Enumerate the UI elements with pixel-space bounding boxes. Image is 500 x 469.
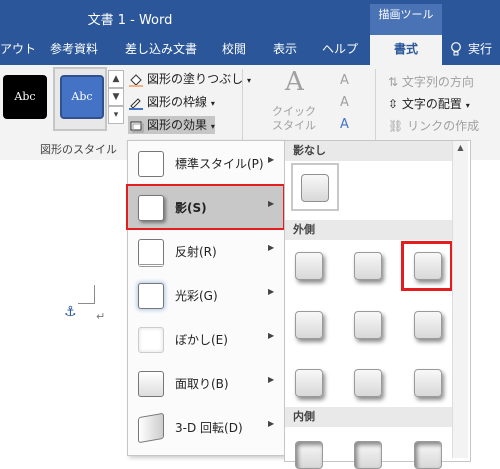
outer-shadow-tile[interactable] (414, 311, 442, 339)
tab-help[interactable]: ヘルプ (322, 35, 358, 65)
tab-layout[interactable]: アウト (0, 35, 36, 65)
shape-fill-label: 図形の塗りつぶし (147, 72, 244, 86)
3d-rotation-icon (138, 412, 164, 444)
shape-outline-label: 図形の枠線 (147, 95, 208, 109)
outer-shadow-tile[interactable] (295, 252, 323, 280)
menu-item-shadow[interactable]: 影(S) ▶ (126, 184, 285, 230)
outer-shadow-tile[interactable] (295, 311, 323, 339)
ribbon-separator (242, 69, 243, 151)
pencil-icon (129, 97, 143, 110)
submenu-arrow-icon: ▶ (268, 199, 275, 208)
menu-item-label: 影(S) (175, 201, 207, 215)
style-swatch-black[interactable]: Abc (3, 75, 47, 119)
tab-mailings[interactable]: 差し込み文書 (125, 35, 197, 65)
ribbon-separator (375, 69, 376, 151)
outer-shadow-tile[interactable] (354, 369, 382, 397)
menu-item-label: 標準スタイル(P) (175, 157, 264, 171)
ribbon-tabs: アウト 参考資料 差し込み文書 校閲 表示 ヘルプ 書式 実行 (0, 35, 500, 65)
window-title: 文書 1 - Word (87, 13, 173, 28)
text-align-command[interactable]: ⇳ 文字の配置 ▾ (388, 95, 470, 112)
submenu-arrow-icon: ▶ (268, 331, 275, 340)
shadow-icon (138, 195, 164, 221)
highlight-selection-box (401, 241, 453, 291)
menu-item-label: ぼかし(E) (175, 333, 228, 347)
create-link-label: リンクの作成 (407, 119, 480, 133)
tab-references[interactable]: 参考資料 (50, 35, 98, 65)
outer-shadow-tile[interactable] (414, 369, 442, 397)
create-link-command[interactable]: ⛓ リンクの作成 (388, 117, 479, 134)
text-fill-icon[interactable]: A (340, 73, 349, 88)
outer-shadow-tile[interactable] (295, 369, 323, 397)
paint-bucket-icon (129, 73, 143, 87)
paragraph-mark-icon: ↵ (96, 310, 106, 323)
submenu-arrow-icon: ▶ (268, 155, 275, 164)
tab-review[interactable]: 校閲 (222, 35, 246, 65)
anchor-icon: ⚓ (64, 304, 77, 320)
no-shadow-header: 影なし (285, 141, 462, 161)
submenu-arrow-icon: ▶ (268, 287, 275, 296)
outer-shadow-header: 外側 (285, 220, 462, 240)
drawing-tools-label: 描画ツール (370, 4, 442, 35)
menu-item-label: 反射(R) (175, 245, 217, 259)
shape-effects-menu: 標準スタイル(P) ▶ 影(S) ▶ 反射(R) ▶ 光彩(G) ▶ ぼかし(E… (126, 140, 286, 456)
text-direction-command[interactable]: ⇅ 文字列の方向 (388, 73, 474, 90)
reflection-icon (138, 239, 164, 267)
submenu-arrow-icon: ▶ (268, 375, 275, 384)
gallery-scrollbar[interactable]: ▲ (452, 141, 468, 458)
tab-tell-me[interactable]: 実行 (468, 35, 492, 65)
menu-item-reflection[interactable]: 反射(R) ▶ (128, 229, 285, 273)
text-direction-label: 文字列の方向 (401, 75, 474, 89)
margin-corner-mark (78, 285, 95, 304)
inner-shadow-header: 内側 (285, 407, 462, 427)
menu-item-label: 面取り(B) (175, 377, 229, 391)
text-align-icon: ⇳ (388, 97, 399, 111)
title-bar: 文書 1 - Word 描画ツール (0, 0, 500, 35)
inner-shadow-tile[interactable] (354, 441, 382, 469)
shape-effects-icon (130, 121, 144, 132)
wordart-quick-style-icon[interactable]: A (285, 67, 304, 97)
lightbulb-icon[interactable] (450, 42, 462, 56)
text-direction-icon: ⇅ (388, 75, 399, 89)
menu-item-preset[interactable]: 標準スタイル(P) ▶ (128, 141, 285, 185)
link-icon: ⛓ (388, 119, 404, 133)
submenu-arrow-icon: ▶ (268, 419, 275, 428)
menu-item-glow[interactable]: 光彩(G) ▶ (128, 273, 285, 317)
gallery-scroll-up-button[interactable]: ▲ (108, 70, 124, 88)
outer-shadow-tile[interactable] (354, 311, 382, 339)
preset-icon (138, 151, 164, 177)
gallery-more-button[interactable]: ▾ (108, 106, 124, 124)
text-align-label: 文字の配置 (401, 97, 462, 111)
soft-edges-icon (138, 327, 164, 353)
glow-icon (138, 283, 164, 309)
style-swatch-blue[interactable]: Abc (60, 75, 104, 119)
submenu-arrow-icon: ▶ (268, 243, 275, 252)
shadow-gallery: 影なし 外側 内側 (284, 140, 471, 469)
menu-item-bevel[interactable]: 面取り(B) ▶ (128, 361, 285, 405)
quick-style-label[interactable]: クイック スタイル (272, 105, 316, 133)
menu-item-3d-rotation[interactable]: 3-D 回転(D) ▶ (128, 405, 285, 449)
shape-outline-command[interactable]: 図形の枠線 ▾ (128, 93, 215, 111)
shape-effects-command[interactable]: 図形の効果 ▾ (128, 116, 215, 134)
menu-item-soft-edges[interactable]: ぼかし(E) ▶ (128, 317, 285, 361)
tab-view[interactable]: 表示 (273, 35, 297, 65)
tab-format[interactable]: 書式 (370, 35, 442, 65)
menu-item-label: 3-D 回転(D) (175, 421, 243, 435)
text-effects-icon[interactable]: A (340, 117, 349, 132)
inner-shadow-tile[interactable] (414, 441, 442, 469)
gallery-scroll-down-button[interactable]: ▼ (108, 88, 124, 106)
scroll-up-arrow-icon[interactable]: ▲ (453, 141, 468, 155)
shape-styles-group-label: 図形のスタイル (40, 143, 117, 156)
shadow-none-tile[interactable] (301, 174, 329, 202)
text-outline-icon[interactable]: A (340, 95, 349, 110)
bevel-icon (138, 371, 164, 397)
shape-fill-command[interactable]: 図形の塗りつぶし ▾ (128, 70, 251, 88)
outer-shadow-tile[interactable] (354, 252, 382, 280)
menu-item-label: 光彩(G) (175, 289, 218, 303)
shape-effects-label: 図形の効果 (147, 118, 208, 132)
inner-shadow-tile[interactable] (295, 441, 323, 469)
